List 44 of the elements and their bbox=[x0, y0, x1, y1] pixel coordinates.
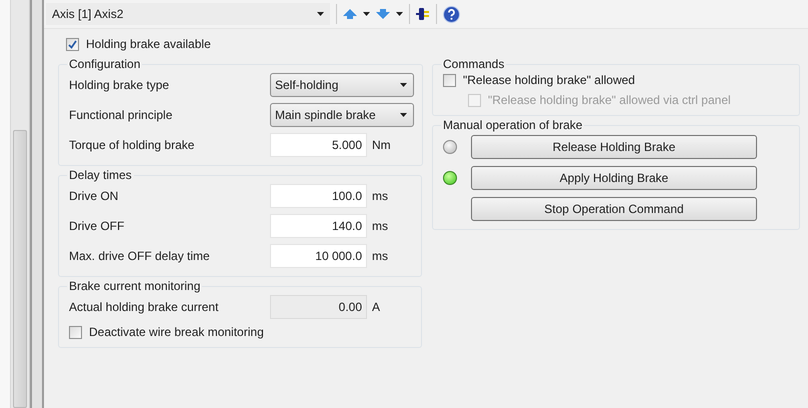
dropdown[interactable]: Self-holding bbox=[270, 73, 414, 97]
caret-icon bbox=[396, 12, 403, 16]
caret-icon bbox=[317, 12, 324, 16]
caret-icon bbox=[400, 113, 407, 117]
field-label: Max. drive OFF delay time bbox=[69, 249, 211, 263]
readonly-field[interactable]: 0.00 bbox=[270, 295, 367, 319]
axis-dropdown[interactable]: Axis [1] Axis2 bbox=[46, 3, 330, 25]
unit-label: ms bbox=[372, 249, 388, 263]
help-icon[interactable] bbox=[443, 4, 460, 24]
scrollbar[interactable] bbox=[10, 0, 30, 408]
group-title: Manual operation of brake bbox=[442, 118, 584, 132]
checkbox-label: Deactivate wire break monitoring bbox=[89, 325, 264, 339]
unit-label: ms bbox=[372, 189, 388, 203]
action-button[interactable]: Stop Operation Command bbox=[471, 196, 757, 220]
up-arrow-icon bbox=[343, 9, 357, 19]
group-title: Configuration bbox=[68, 57, 142, 71]
dropdown[interactable]: Main spindle brake bbox=[270, 103, 414, 127]
field-label: Drive OFF bbox=[69, 219, 126, 233]
field-label: Torque of holding brake bbox=[69, 138, 196, 152]
group-title: Brake current monitoring bbox=[68, 279, 202, 293]
action-button[interactable]: Release Holding Brake bbox=[471, 134, 757, 158]
group-title: Commands bbox=[442, 57, 506, 71]
input-field[interactable]: 10 000.0 bbox=[270, 244, 367, 268]
field-label: Drive ON bbox=[69, 189, 120, 203]
caret-icon bbox=[363, 12, 370, 16]
field-label: Actual holding brake current bbox=[69, 300, 220, 314]
action-button[interactable]: Apply Holding Brake bbox=[471, 166, 757, 190]
field-label: Functional principle bbox=[69, 108, 174, 122]
checkbox-label: "Release holding brake" allowed via ctrl panel bbox=[488, 93, 731, 107]
checkbox[interactable] bbox=[443, 74, 456, 86]
caret-icon bbox=[400, 83, 407, 87]
checkbox[interactable] bbox=[66, 38, 79, 50]
unit-label: A bbox=[372, 300, 380, 314]
unit-label: Nm bbox=[372, 138, 391, 152]
input-field[interactable]: 5.000 bbox=[270, 133, 367, 157]
input-field[interactable]: 100.0 bbox=[270, 184, 367, 208]
input-field[interactable]: 140.0 bbox=[270, 214, 367, 238]
group-title: Delay times bbox=[68, 168, 133, 182]
down-arrow-icon bbox=[376, 9, 390, 19]
field-label: Holding brake type bbox=[69, 78, 170, 92]
checkbox-label: "Release holding brake" allowed bbox=[463, 73, 635, 87]
unit-label: ms bbox=[372, 219, 388, 233]
checkbox-label: Holding brake available bbox=[86, 37, 211, 51]
checkbox[interactable] bbox=[69, 326, 82, 338]
